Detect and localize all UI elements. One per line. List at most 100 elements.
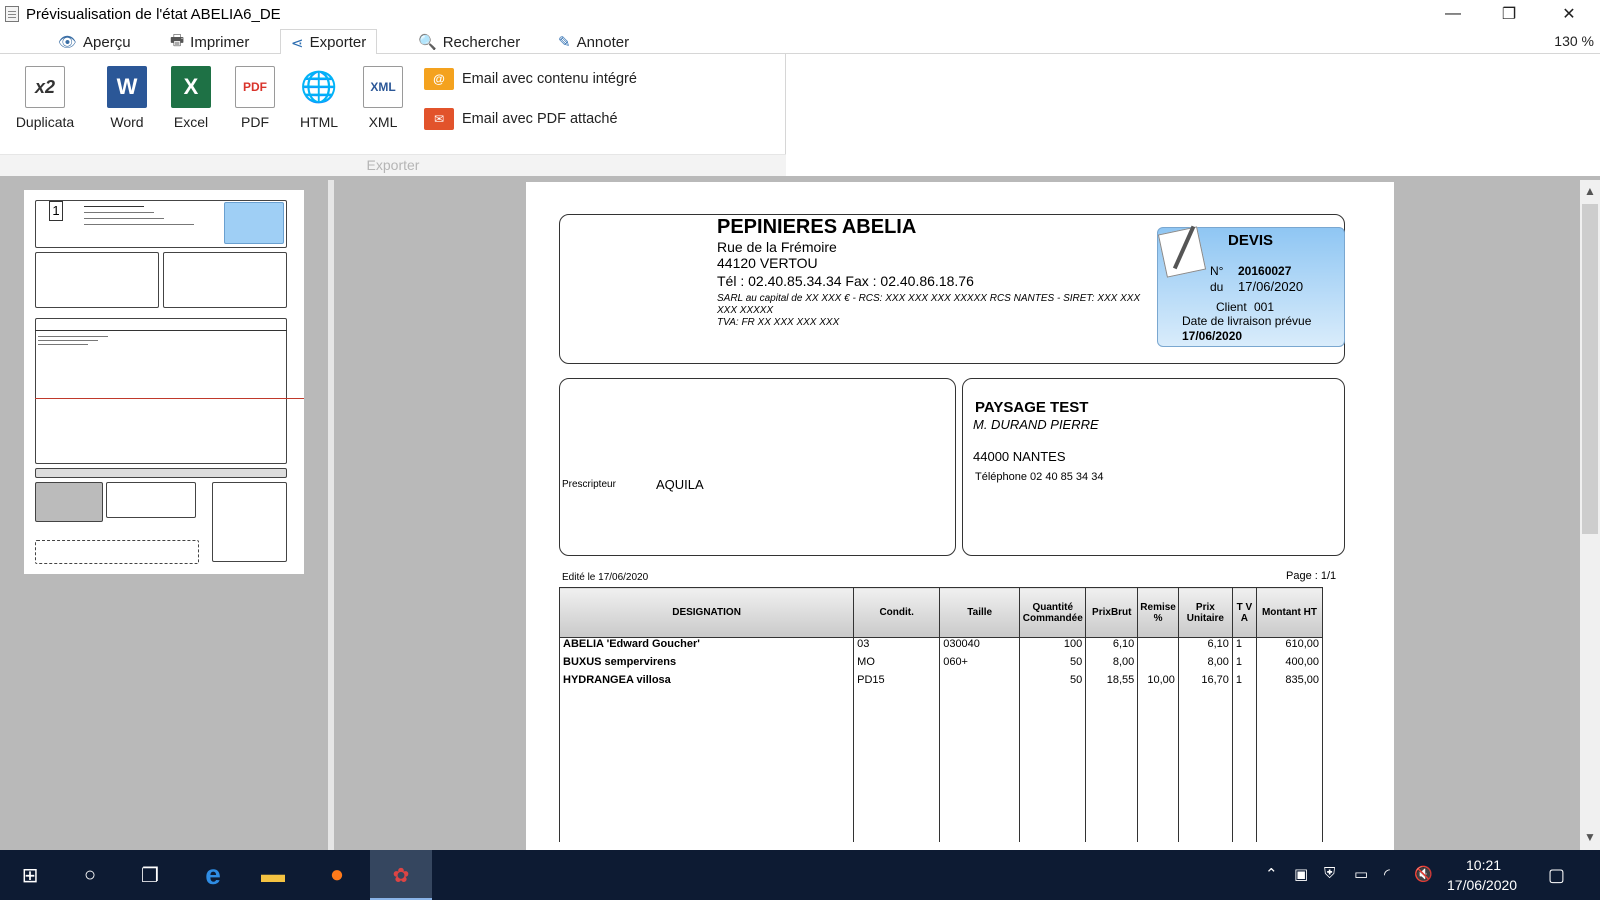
- document-view[interactable]: PEPINIERES ABELIA Rue de la Frémoire 441…: [340, 180, 1580, 850]
- cell-designation: ABELIA 'Edward Goucher': [558, 637, 855, 656]
- cortana-icon[interactable]: ○: [75, 860, 105, 890]
- scroll-up-icon[interactable]: ▲: [1584, 184, 1596, 198]
- cell-condit: MO: [853, 655, 941, 674]
- clock-time[interactable]: 10:21: [1466, 857, 1501, 873]
- col-taille: Taille: [939, 587, 1021, 638]
- button-label: XML: [368, 114, 398, 130]
- email-pdf-button[interactable]: ✉ Email avec PDF attaché: [424, 108, 618, 130]
- col-tva: T V A: [1231, 587, 1257, 638]
- devis-title: DEVIS: [1228, 232, 1274, 249]
- battery-icon[interactable]: ▭: [1354, 865, 1368, 883]
- tab-rechercher[interactable]: 🔍 Rechercher: [408, 29, 530, 55]
- security-shield-icon[interactable]: ⛨: [1324, 865, 1335, 882]
- button-label: Email avec PDF attaché: [462, 111, 618, 127]
- globe-icon: 🌐: [300, 70, 338, 104]
- network-status-icon[interactable]: ▣: [1294, 865, 1308, 883]
- cell-tva: 1: [1231, 673, 1257, 692]
- document-page: PEPINIERES ABELIA Rue de la Frémoire 441…: [526, 182, 1394, 850]
- table-empty-row: [558, 691, 1324, 842]
- word-export-button[interactable]: W Word: [94, 66, 160, 130]
- tab-label: Annoter: [576, 33, 630, 51]
- devis-number: 20160027: [1238, 264, 1292, 278]
- cell-prix-unitaire: 6,10: [1177, 637, 1233, 656]
- email-pdf-icon: ✉: [424, 108, 454, 130]
- notifications-icon[interactable]: ▢: [1548, 865, 1565, 886]
- cell-condit: PD15: [853, 673, 941, 692]
- cell-remise: [1137, 655, 1179, 674]
- company-header: PEPINIERES ABELIA Rue de la Frémoire 441…: [559, 214, 1345, 364]
- ribbon-group-label: Exporter: [0, 154, 786, 176]
- pdf-export-button[interactable]: PDF PDF: [222, 66, 288, 130]
- tab-exporter[interactable]: ⋖ Exporter: [280, 29, 378, 56]
- tab-label: Imprimer: [190, 33, 250, 51]
- duplicata-button[interactable]: x2 Duplicata: [12, 66, 78, 130]
- edit-date: Edité le 17/06/2020: [562, 572, 649, 583]
- col-condit: Condit.: [853, 587, 941, 638]
- page-thumbnail[interactable]: 1: [24, 190, 304, 574]
- scrollbar-thumb[interactable]: [1582, 204, 1598, 534]
- cell-quantite: 50: [1019, 673, 1087, 692]
- prescripteur-label: Prescripteur: [562, 479, 616, 490]
- eye-icon: 👁: [58, 34, 78, 51]
- col-montant: Montant HT: [1255, 587, 1324, 638]
- clock-date[interactable]: 17/06/2020: [1447, 877, 1517, 893]
- cell-taille: [939, 673, 1021, 692]
- minimize-button[interactable]: —: [1425, 0, 1481, 28]
- file-explorer-icon[interactable]: ▬: [258, 860, 288, 890]
- zoom-level[interactable]: 130 %: [1554, 33, 1594, 49]
- client-city: 44000 NANTES: [973, 449, 1066, 464]
- client-phone: Téléphone 02 40 85 34 34: [975, 471, 1104, 483]
- show-hidden-icons[interactable]: ⌃: [1265, 865, 1278, 883]
- cell-remise: 10,00: [1137, 673, 1179, 692]
- scroll-down-icon[interactable]: ▼: [1584, 830, 1596, 844]
- tab-apercu[interactable]: 👁 Aperçu: [48, 29, 141, 55]
- windows-start-icon[interactable]: ⊞: [15, 860, 45, 890]
- xml-export-button[interactable]: XML XML: [350, 66, 416, 130]
- cell-prix-unitaire: 8,00: [1177, 655, 1233, 674]
- volume-muted-icon[interactable]: 🔇: [1414, 865, 1433, 883]
- cell-montant: 610,00: [1255, 637, 1324, 656]
- html-export-button[interactable]: 🌐 HTML: [286, 66, 352, 131]
- maximize-button[interactable]: ❐: [1481, 0, 1537, 28]
- email-integrated-button[interactable]: @ Email avec contenu intégré: [424, 68, 637, 90]
- word-icon: W: [107, 66, 147, 108]
- tab-imprimer[interactable]: 🖶 Imprimer: [160, 29, 259, 55]
- vertical-scrollbar[interactable]: ▲ ▼: [1580, 180, 1600, 850]
- cell-taille: 060+: [939, 655, 1021, 674]
- task-view-icon[interactable]: ❐: [135, 860, 165, 890]
- abelia-app-taskbar-button[interactable]: ✿: [370, 850, 432, 900]
- delivery-date: 17/06/2020: [1182, 329, 1243, 343]
- cell-quantite: 50: [1019, 655, 1087, 674]
- close-button[interactable]: ✕: [1541, 0, 1597, 28]
- cell-prix-unitaire: 16,70: [1177, 673, 1233, 692]
- page-number: Page : 1/1: [1286, 570, 1337, 582]
- excel-icon: X: [171, 66, 211, 108]
- pdf-icon: PDF: [235, 66, 275, 108]
- table-row: HYDRANGEA villosa PD15 50 18,55 10,00 16…: [558, 673, 1324, 692]
- prescripteur-box: Prescripteur AQUILA: [559, 378, 956, 556]
- devis-du-label: du: [1210, 280, 1224, 294]
- delivery-date-label: Date de livraison prévue: [1182, 314, 1312, 328]
- printer-icon: 🖶: [170, 31, 185, 49]
- col-designation: DESIGNATION: [558, 587, 855, 638]
- cell-designation: BUXUS sempervirens: [558, 655, 855, 674]
- excel-export-button[interactable]: X Excel: [158, 66, 224, 130]
- firefox-icon[interactable]: ●: [322, 860, 352, 890]
- edge-icon[interactable]: e: [198, 859, 228, 890]
- tab-annoter[interactable]: ✎ Annoter: [548, 29, 639, 55]
- client-contact: M. DURAND PIERRE: [973, 417, 1099, 432]
- table-row: ABELIA 'Edward Goucher' 03 030040 100 6,…: [558, 637, 1324, 656]
- thumbnail-pane[interactable]: 1: [0, 180, 334, 850]
- tab-label: Exporter: [309, 34, 367, 51]
- share-icon: ⋖: [291, 34, 304, 52]
- ribbon-tabs: 👁 Aperçu 🖶 Imprimer ⋖ Exporter 🔍 Recherc…: [0, 28, 1600, 56]
- company-city: 44120 VERTOU: [717, 255, 818, 271]
- col-remise: Remise %: [1137, 587, 1179, 638]
- cell-condit: 03: [853, 637, 941, 656]
- email-at-icon: @: [424, 68, 454, 90]
- quote-lines-table: DESIGNATION Condit. Taille Quantité Comm…: [558, 587, 1324, 842]
- company-vat: TVA: FR XX XXX XXX XXX: [717, 317, 840, 328]
- button-label: HTML: [299, 114, 339, 130]
- cell-taille: 030040: [939, 637, 1021, 656]
- wifi-icon[interactable]: ◜: [1384, 865, 1390, 883]
